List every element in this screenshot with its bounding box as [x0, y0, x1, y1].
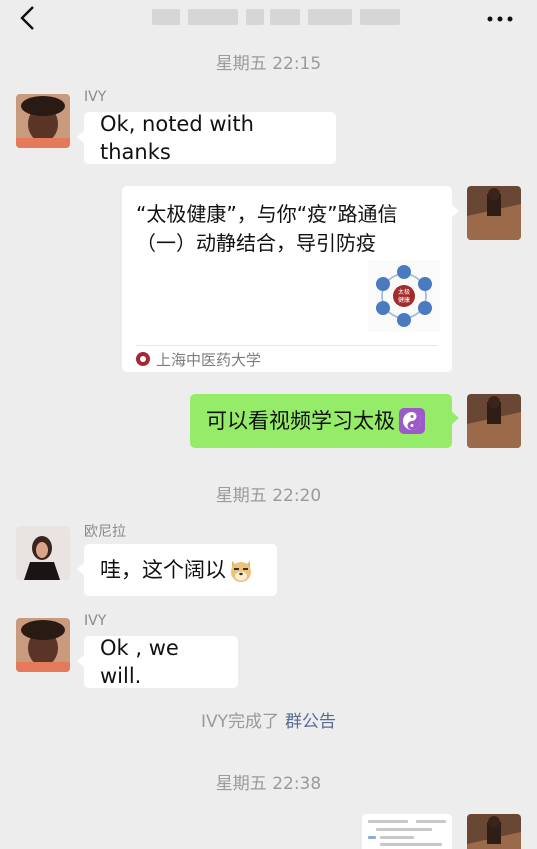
message-text: 可以看视频学习太极 [206, 409, 395, 433]
more-button[interactable] [485, 10, 515, 22]
card-source: 上海中医药大学 [136, 348, 261, 370]
notice-text: IVY完成了 [200, 712, 280, 732]
timestamp: 星期五 22:38 [215, 774, 322, 794]
more-dots-icon [487, 16, 513, 22]
message-text: 哇，这个阔以 [100, 558, 226, 582]
message-bubble[interactable]: 哇，这个阔以 [77, 544, 277, 596]
message-bubble[interactable]: Ok, noted with thanks [77, 112, 336, 164]
group-announcement-link[interactable]: 群公告 [285, 712, 336, 732]
chevron-left-icon [20, 6, 34, 30]
chat-title-redacted [152, 6, 400, 28]
avatar-onila[interactable] [16, 526, 70, 580]
sender-name: 欧尼拉 [84, 524, 126, 540]
thumb-label: 太极 [398, 288, 410, 296]
avatar-ivy[interactable] [16, 94, 70, 148]
avatar-ivy[interactable] [16, 618, 70, 672]
timestamp: 星期五 22:15 [215, 54, 322, 74]
card-title: “太极健康”，与你“疫”路通信（一）动静结合，导引防疫 [136, 202, 398, 255]
message-text: Ok, noted with thanks [100, 112, 254, 164]
timestamp: 星期五 22:20 [215, 486, 322, 506]
avatar-self[interactable] [467, 186, 521, 240]
system-notice: IVY完成了 群公告 [0, 707, 537, 732]
avatar-self[interactable] [467, 394, 521, 448]
thumb-label: 健康 [398, 296, 410, 304]
avatar-self[interactable] [467, 814, 521, 849]
yin-yang-icon [399, 408, 425, 434]
back-button[interactable] [14, 4, 42, 32]
message-bubble[interactable]: Ok , we will. [77, 636, 238, 688]
message-text: Ok , we will. [100, 636, 179, 688]
chat-header [0, 0, 537, 36]
university-logo-icon [136, 352, 150, 366]
sender-name: IVY [84, 89, 107, 105]
card-source-label: 上海中医药大学 [156, 350, 262, 369]
card-thumbnail: 太极 健康 [368, 260, 440, 332]
card-divider [136, 345, 438, 346]
sender-name: IVY [84, 613, 107, 629]
shared-image-preview[interactable] [362, 814, 452, 849]
message-bubble-self[interactable]: 可以看视频学习太极 [190, 394, 459, 448]
doge-icon [228, 557, 254, 583]
article-card[interactable]: “太极健康”，与你“疫”路通信（一）动静结合，导引防疫 太极 健康 上海中医药大… [122, 186, 459, 372]
